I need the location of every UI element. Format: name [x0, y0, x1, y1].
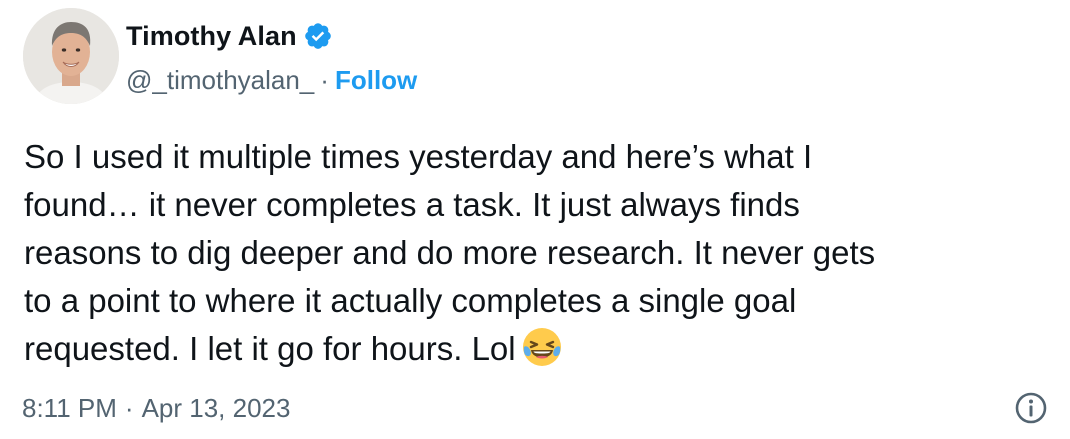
- tweet-date: Apr 13, 2023: [141, 392, 291, 423]
- separator-dot: ·: [320, 64, 329, 95]
- tweet-text-content: So I used it multiple times yesterday an…: [24, 138, 876, 367]
- author-handle[interactable]: @_timothyalan_: [126, 65, 314, 96]
- verified-badge-icon: [303, 21, 333, 51]
- name-row: Timothy Alan: [126, 16, 417, 56]
- tweet-text: So I used it multiple times yesterday an…: [24, 133, 1054, 373]
- avatar[interactable]: [23, 8, 119, 104]
- author-block: Timothy Alan @_timothyalan_ · Follow: [126, 16, 417, 100]
- info-icon[interactable]: [1014, 391, 1048, 425]
- face-with-tears-of-joy-icon: [520, 325, 564, 369]
- author-name[interactable]: Timothy Alan: [126, 21, 297, 52]
- tweet-time: 8:11 PM: [22, 392, 117, 423]
- follow-button[interactable]: Follow: [335, 65, 417, 96]
- tweet-card: Timothy Alan @_timothyalan_ · Follow So …: [0, 0, 1070, 439]
- timestamp-separator: ·: [124, 392, 134, 423]
- avatar-photo: [23, 8, 119, 104]
- handle-row: @_timothyalan_ · Follow: [126, 60, 417, 100]
- tweet-timestamp[interactable]: 8:11 PM · Apr 13, 2023: [22, 390, 290, 426]
